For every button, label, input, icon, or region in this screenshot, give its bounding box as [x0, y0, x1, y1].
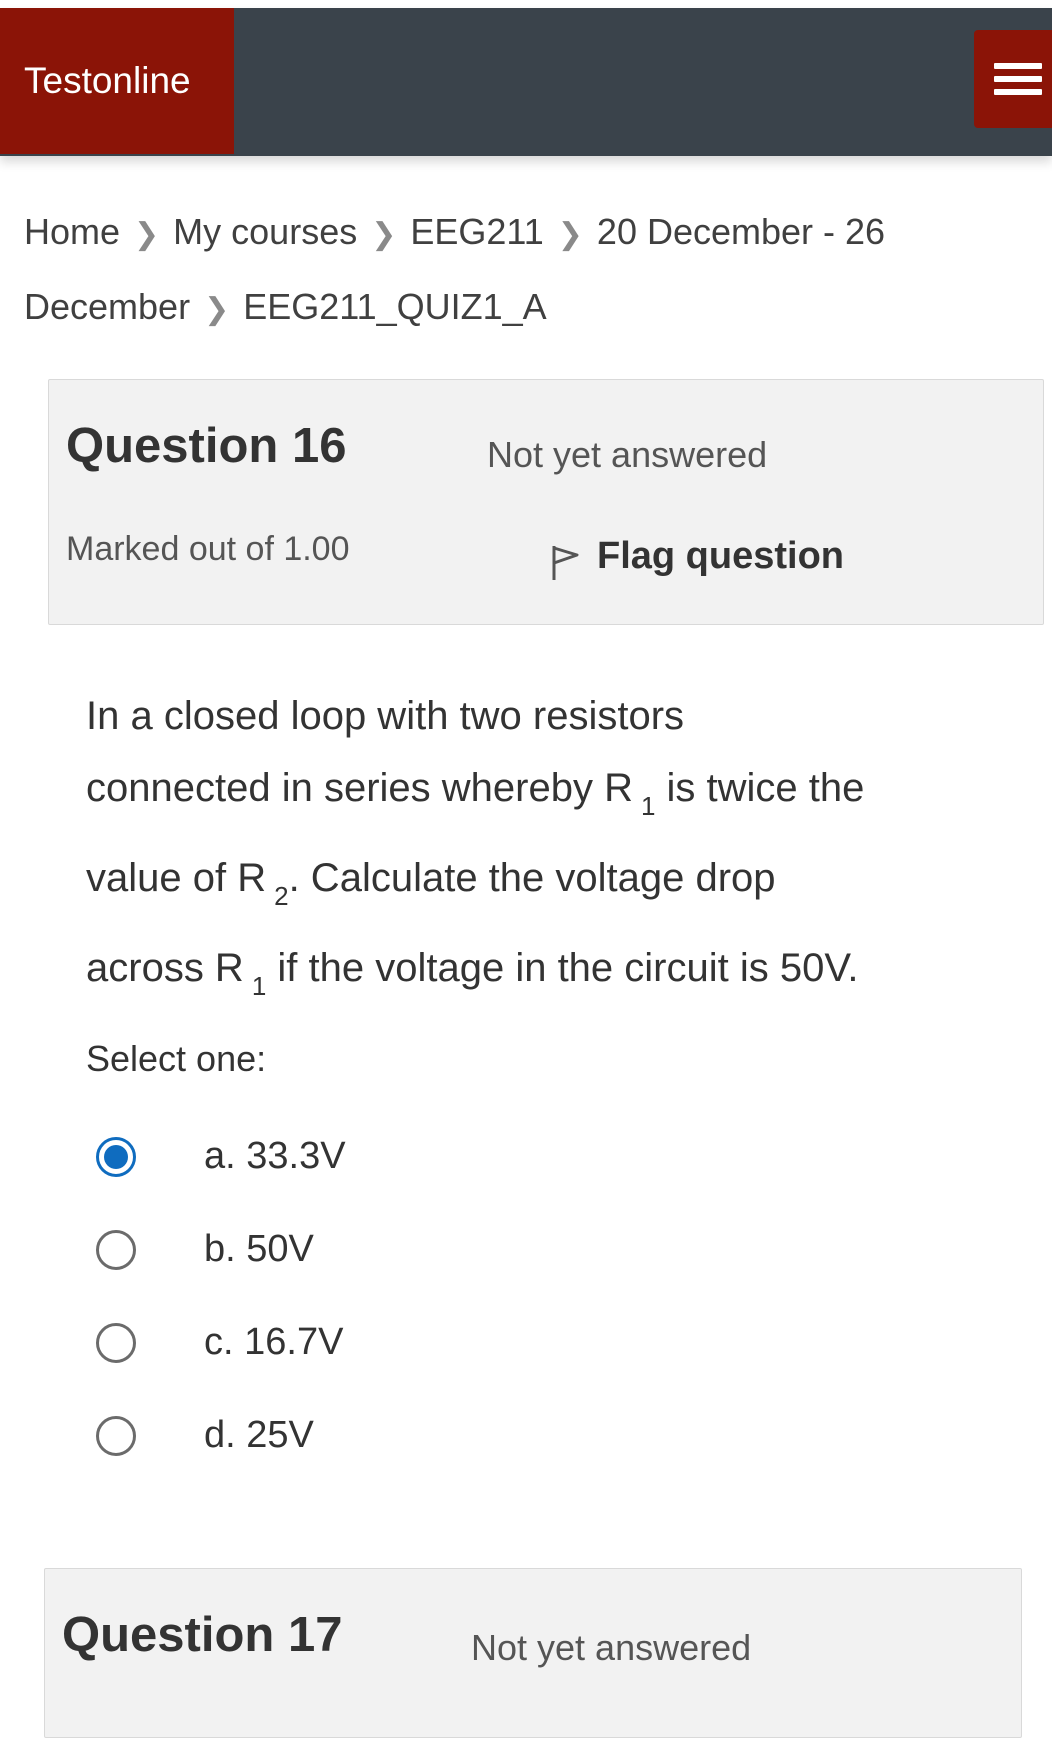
question-number-value: 16	[291, 419, 347, 473]
question-number: Question 16	[66, 418, 346, 474]
breadcrumb-course[interactable]: EEG211	[410, 211, 543, 252]
question-text-line: connected in series whereby R1 is twice …	[86, 752, 986, 842]
radio-button-selected[interactable]	[96, 1136, 136, 1177]
question-text-part: if the voltage in the circuit is 50V.	[266, 946, 859, 990]
question-text-line: value of R 2. Calculate the voltage drop	[86, 842, 986, 932]
question-state: Not yet answered	[471, 1627, 752, 1668]
answer-label[interactable]: d. 25V	[204, 1414, 314, 1457]
question-info-16: Question 16 Not yet answered Marked out …	[48, 379, 1044, 625]
hamburger-icon	[994, 63, 1042, 95]
question-text-part: is twice the	[655, 766, 865, 810]
answer-option-a[interactable]: a. 33.3V	[96, 1110, 346, 1203]
menu-button[interactable]	[974, 30, 1052, 128]
breadcrumb-section-line2[interactable]: December	[24, 286, 190, 327]
flag-question-label[interactable]: Flag question	[597, 535, 844, 578]
breadcrumb: Home ❯ My courses ❯ EEG211 ❯ 20 December - 26 D…	[24, 196, 1024, 346]
chevron-right-icon: ❯	[371, 218, 397, 251]
site-brand[interactable]: Testonline	[0, 8, 234, 154]
answer-label[interactable]: b. 50V	[204, 1228, 314, 1271]
answer-label[interactable]: a. 33.3V	[204, 1135, 346, 1178]
question-info-17: Question 17 Not yet answered	[44, 1568, 1022, 1738]
radio-button[interactable]	[96, 1322, 136, 1363]
question-text-part: across R	[86, 946, 244, 990]
question-text-line: across R1 if the voltage in the circuit …	[86, 932, 986, 1022]
answer-option-c[interactable]: c. 16.7V	[96, 1296, 346, 1389]
question-grade: Marked out of 1.00	[66, 530, 350, 568]
chevron-right-icon: ❯	[557, 218, 583, 251]
subscript: 1	[251, 971, 267, 1001]
question-text-part: . Calculate the voltage drop	[288, 856, 776, 900]
flag-icon	[552, 546, 579, 580]
subscript: 2	[274, 881, 289, 911]
chevron-right-icon: ❯	[134, 218, 160, 251]
breadcrumb-home[interactable]: Home	[24, 211, 120, 252]
question-text-line: In a closed loop with two resistors	[86, 694, 685, 738]
answer-prompt: Select one:	[86, 1038, 267, 1079]
chevron-right-icon: ❯	[204, 293, 230, 326]
brand-name[interactable]: Testonline	[24, 60, 191, 102]
breadcrumb-my-courses[interactable]: My courses	[173, 211, 357, 252]
radio-button[interactable]	[96, 1415, 136, 1456]
question-text: In a closed loop with two resistors conn…	[86, 680, 986, 1022]
breadcrumb-quiz[interactable]: EEG211_QUIZ1_A	[243, 286, 547, 327]
answer-option-d[interactable]: d. 25V	[96, 1389, 346, 1482]
flag-question-link[interactable]: Flag question	[549, 530, 844, 582]
radio-button[interactable]	[96, 1229, 136, 1270]
question-number-value: 17	[287, 1608, 343, 1662]
question-label: Question	[66, 419, 279, 473]
question-text-part: connected in series whereby R	[86, 766, 633, 810]
answer-option-b[interactable]: b. 50V	[96, 1203, 346, 1296]
subscript: 1	[640, 791, 656, 821]
question-text-part: value of R	[86, 856, 267, 900]
question-label: Question	[62, 1608, 275, 1662]
question-state: Not yet answered	[487, 434, 768, 475]
answer-options: a. 33.3V b. 50V c. 16.7V d. 25V	[96, 1110, 346, 1482]
answer-label[interactable]: c. 16.7V	[204, 1321, 343, 1364]
top-navbar: Testonline	[0, 8, 1052, 156]
question-number: Question 17	[62, 1607, 342, 1663]
breadcrumb-section-line1[interactable]: 20 December - 26	[597, 211, 885, 252]
